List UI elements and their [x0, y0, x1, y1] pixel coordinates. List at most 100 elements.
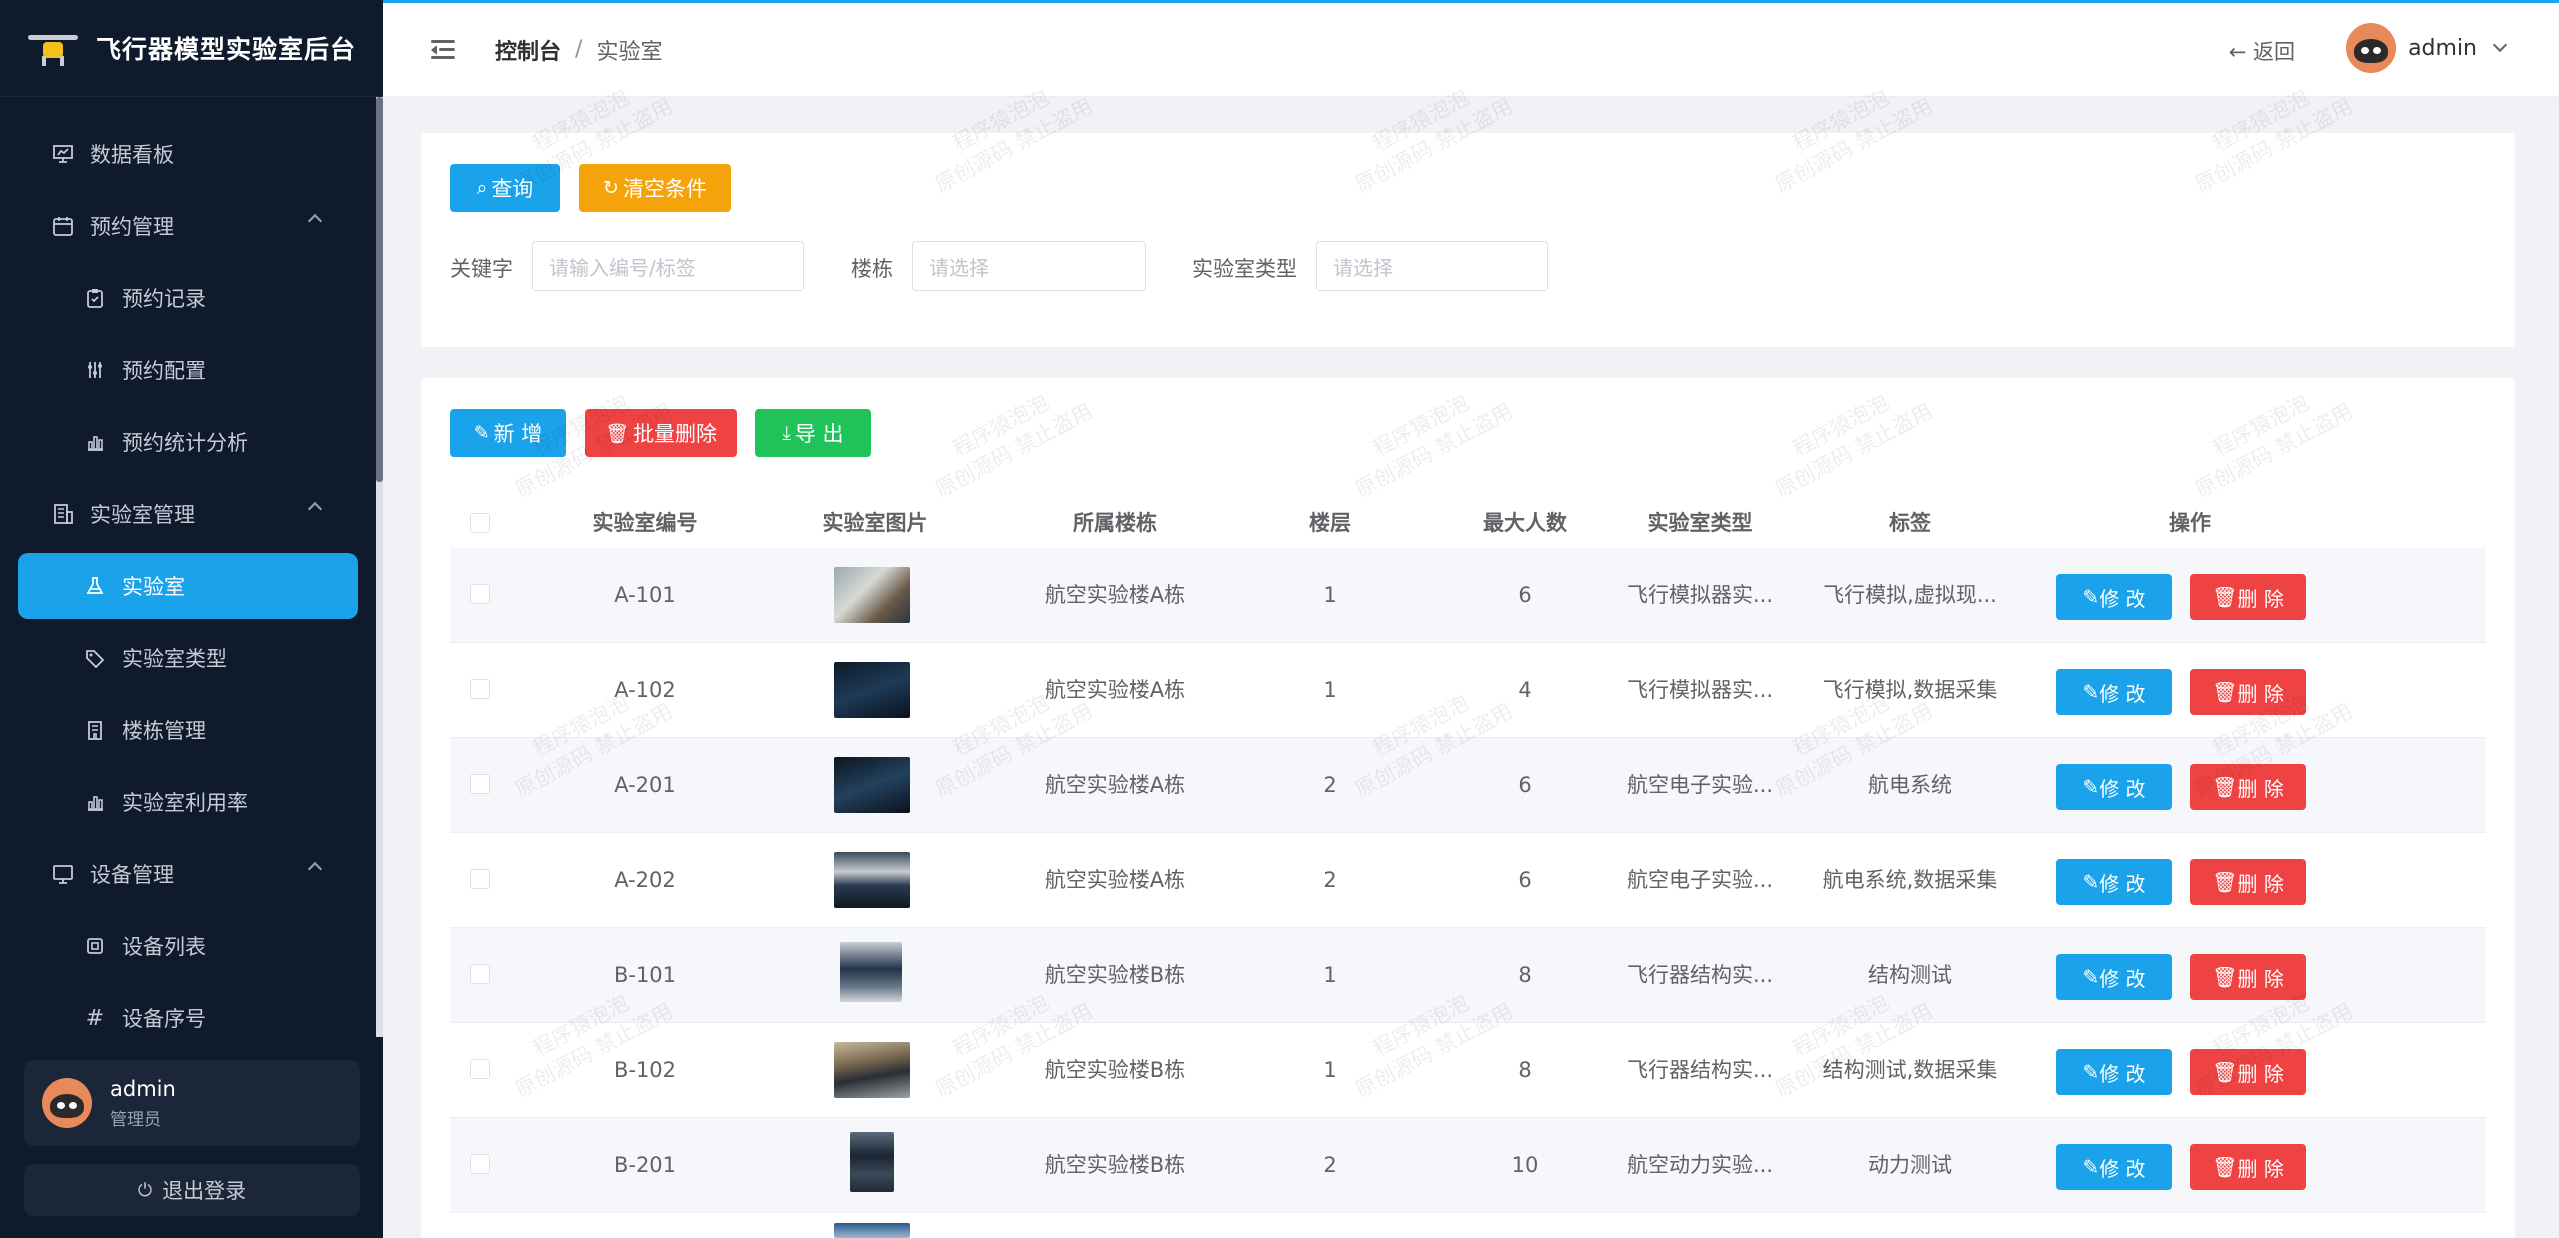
lab-type-label: 实验室类型 — [1192, 257, 1297, 281]
delete-button[interactable]: 🗑 删 除 — [2190, 764, 2306, 810]
delete-button[interactable]: 🗑 删 除 — [2190, 859, 2306, 905]
sidebar-item-lab-utilization[interactable]: 实验室利用率 — [0, 766, 376, 838]
lab-code: A-202 — [614, 868, 676, 892]
sidebar-item-dashboard[interactable]: 数据看板 — [0, 118, 376, 190]
monitor-icon — [52, 863, 74, 885]
sidebar-user-card[interactable]: admin 管理员 — [24, 1060, 360, 1146]
sidebar-item-booking-records[interactable]: 预约记录 — [0, 262, 376, 334]
lab-image[interactable] — [834, 662, 910, 718]
building: 航空实验楼A栋 — [1044, 868, 1186, 892]
chevron-up-icon — [307, 213, 323, 229]
tags: 结构测试,数据采集 — [1822, 1058, 1998, 1082]
lab-image[interactable] — [850, 1132, 894, 1192]
building: 航空实验楼A栋 — [1044, 773, 1186, 797]
lab-image[interactable] — [834, 567, 910, 623]
floor: 1 — [1323, 963, 1337, 987]
edit-button[interactable]: ✎ 修 改 — [2056, 669, 2172, 715]
row-checkbox[interactable] — [470, 584, 490, 604]
arrow-left-icon: ← — [2228, 40, 2253, 64]
back-link[interactable]: ← 返回 — [2229, 36, 2295, 66]
row-checkbox[interactable] — [470, 1154, 490, 1174]
row-checkbox[interactable] — [470, 679, 490, 699]
clear-filter-button[interactable]: ↻ 清空条件 — [579, 164, 731, 212]
lab-image[interactable] — [834, 757, 910, 813]
lab-type: 飞行模拟器实... — [1626, 583, 1774, 607]
sidebar-item-booking-config[interactable]: 预约配置 — [0, 334, 376, 406]
edit-button[interactable]: ✎ 修 改 — [2056, 764, 2172, 810]
sidebar-item-device-management[interactable]: 设备管理 — [0, 838, 376, 910]
filter-panel: ⌕ 查询 ↻ 清空条件 关键字 请输入编号/标签 楼栋 请选择 实验室类型 请选择 — [421, 133, 2515, 347]
edit-label: 修 改 — [2099, 681, 2146, 706]
table-row: A-102 航空实验楼A栋 1 4 飞行模拟器实... 飞行模拟,数据采集 ✎ 修… — [450, 643, 2486, 738]
select-all-checkbox[interactable] — [470, 513, 490, 533]
query-label: 查询 — [491, 177, 534, 201]
max-people: 6 — [1518, 773, 1532, 797]
lab-image[interactable] — [840, 942, 902, 1002]
sidebar-item-lab[interactable]: 实验室 — [18, 553, 358, 619]
sidebar-item-device-serial[interactable]: # 设备序号 — [0, 982, 376, 1036]
batch-delete-button[interactable]: 🗑 批量删除 — [585, 409, 737, 457]
sidebar-item-booking-management[interactable]: 预约管理 — [0, 190, 376, 262]
lab-image[interactable] — [834, 1223, 910, 1238]
edit-button[interactable]: ✎ 修 改 — [2056, 859, 2172, 905]
lab-image[interactable] — [834, 1042, 910, 1098]
delete-label: 删 除 — [2237, 1061, 2284, 1086]
col-max-people: 最大人数 — [1483, 511, 1567, 535]
floor: 1 — [1323, 583, 1337, 607]
download-icon: ⤓ — [782, 422, 791, 444]
building-select[interactable]: 请选择 — [912, 241, 1146, 291]
lab-type: 飞行器结构实... — [1626, 1058, 1774, 1082]
sidebar-item-device-list[interactable]: 设备列表 — [0, 910, 376, 982]
row-checkbox[interactable] — [470, 964, 490, 984]
table-row: B-201 航空实验楼B栋 2 10 航空动力实验... 动力测试 ✎ 修 改 🗑… — [450, 1118, 2486, 1213]
sidebar-scrollbar[interactable] — [376, 97, 383, 482]
delete-button[interactable]: 🗑 删 除 — [2190, 1049, 2306, 1095]
delete-button[interactable]: 🗑 删 除 — [2190, 574, 2306, 620]
row-checkbox[interactable] — [470, 869, 490, 889]
breadcrumb-console[interactable]: 控制台 — [495, 34, 561, 66]
delete-button[interactable]: 🗑 删 除 — [2190, 669, 2306, 715]
tags: 动力测试 — [1868, 1153, 1952, 1177]
query-button[interactable]: ⌕ 查询 — [450, 164, 560, 212]
sidebar-item-label: 楼栋管理 — [122, 719, 206, 743]
add-button[interactable]: ✎ 新 增 — [450, 409, 566, 457]
tags: 航电系统 — [1868, 773, 1952, 797]
edit-button[interactable]: ✎ 修 改 — [2056, 574, 2172, 620]
header-user-menu[interactable]: admin — [2346, 23, 2508, 73]
trash-icon: 🗑 — [2212, 1155, 2238, 1179]
edit-icon: ✎ — [2082, 965, 2100, 989]
sidebar-item-booking-stats[interactable]: 预约统计分析 — [0, 406, 376, 478]
logout-button[interactable]: ⏻ 退出登录 — [24, 1164, 360, 1216]
col-actions: 操作 — [2169, 511, 2211, 535]
sidebar-item-lab-type[interactable]: 实验室类型 — [0, 622, 376, 694]
batch-delete-label: 批量删除 — [633, 422, 718, 446]
keyword-input[interactable]: 请输入编号/标签 — [532, 241, 804, 291]
sidebar-item-lab-management[interactable]: 实验室管理 — [0, 478, 376, 550]
avatar — [42, 1078, 92, 1128]
hash-icon: # — [85, 1005, 105, 1031]
lab-type-select[interactable]: 请选择 — [1316, 241, 1548, 291]
export-button[interactable]: ⤓ 导 出 — [755, 409, 871, 457]
row-checkbox[interactable] — [470, 1059, 490, 1079]
sidebar-user-role: 管理员 — [110, 1109, 161, 1130]
sidebar-item-building-management[interactable]: 楼栋管理 — [0, 694, 376, 766]
delete-button[interactable]: 🗑 删 除 — [2190, 1144, 2306, 1190]
back-label: 返回 — [2253, 40, 2295, 64]
lab-image[interactable] — [834, 852, 910, 908]
bar-chart-icon — [84, 791, 106, 813]
tags: 航电系统,数据采集 — [1822, 868, 1998, 892]
edit-button[interactable]: ✎ 修 改 — [2056, 1144, 2172, 1190]
delete-label: 删 除 — [2237, 871, 2284, 896]
delete-label: 删 除 — [2237, 776, 2284, 801]
menu-fold-icon[interactable] — [431, 39, 455, 60]
max-people: 8 — [1518, 1058, 1532, 1082]
delete-button[interactable]: 🗑 删 除 — [2190, 954, 2306, 1000]
sidebar-item-label: 预约管理 — [90, 215, 174, 239]
sliders-icon — [84, 359, 106, 381]
row-checkbox[interactable] — [470, 774, 490, 794]
edit-button[interactable]: ✎ 修 改 — [2056, 954, 2172, 1000]
edit-icon: ✎ — [2082, 680, 2100, 704]
max-people: 6 — [1518, 868, 1532, 892]
building: 航空实验楼B栋 — [1044, 1153, 1186, 1177]
edit-button[interactable]: ✎ 修 改 — [2056, 1049, 2172, 1095]
